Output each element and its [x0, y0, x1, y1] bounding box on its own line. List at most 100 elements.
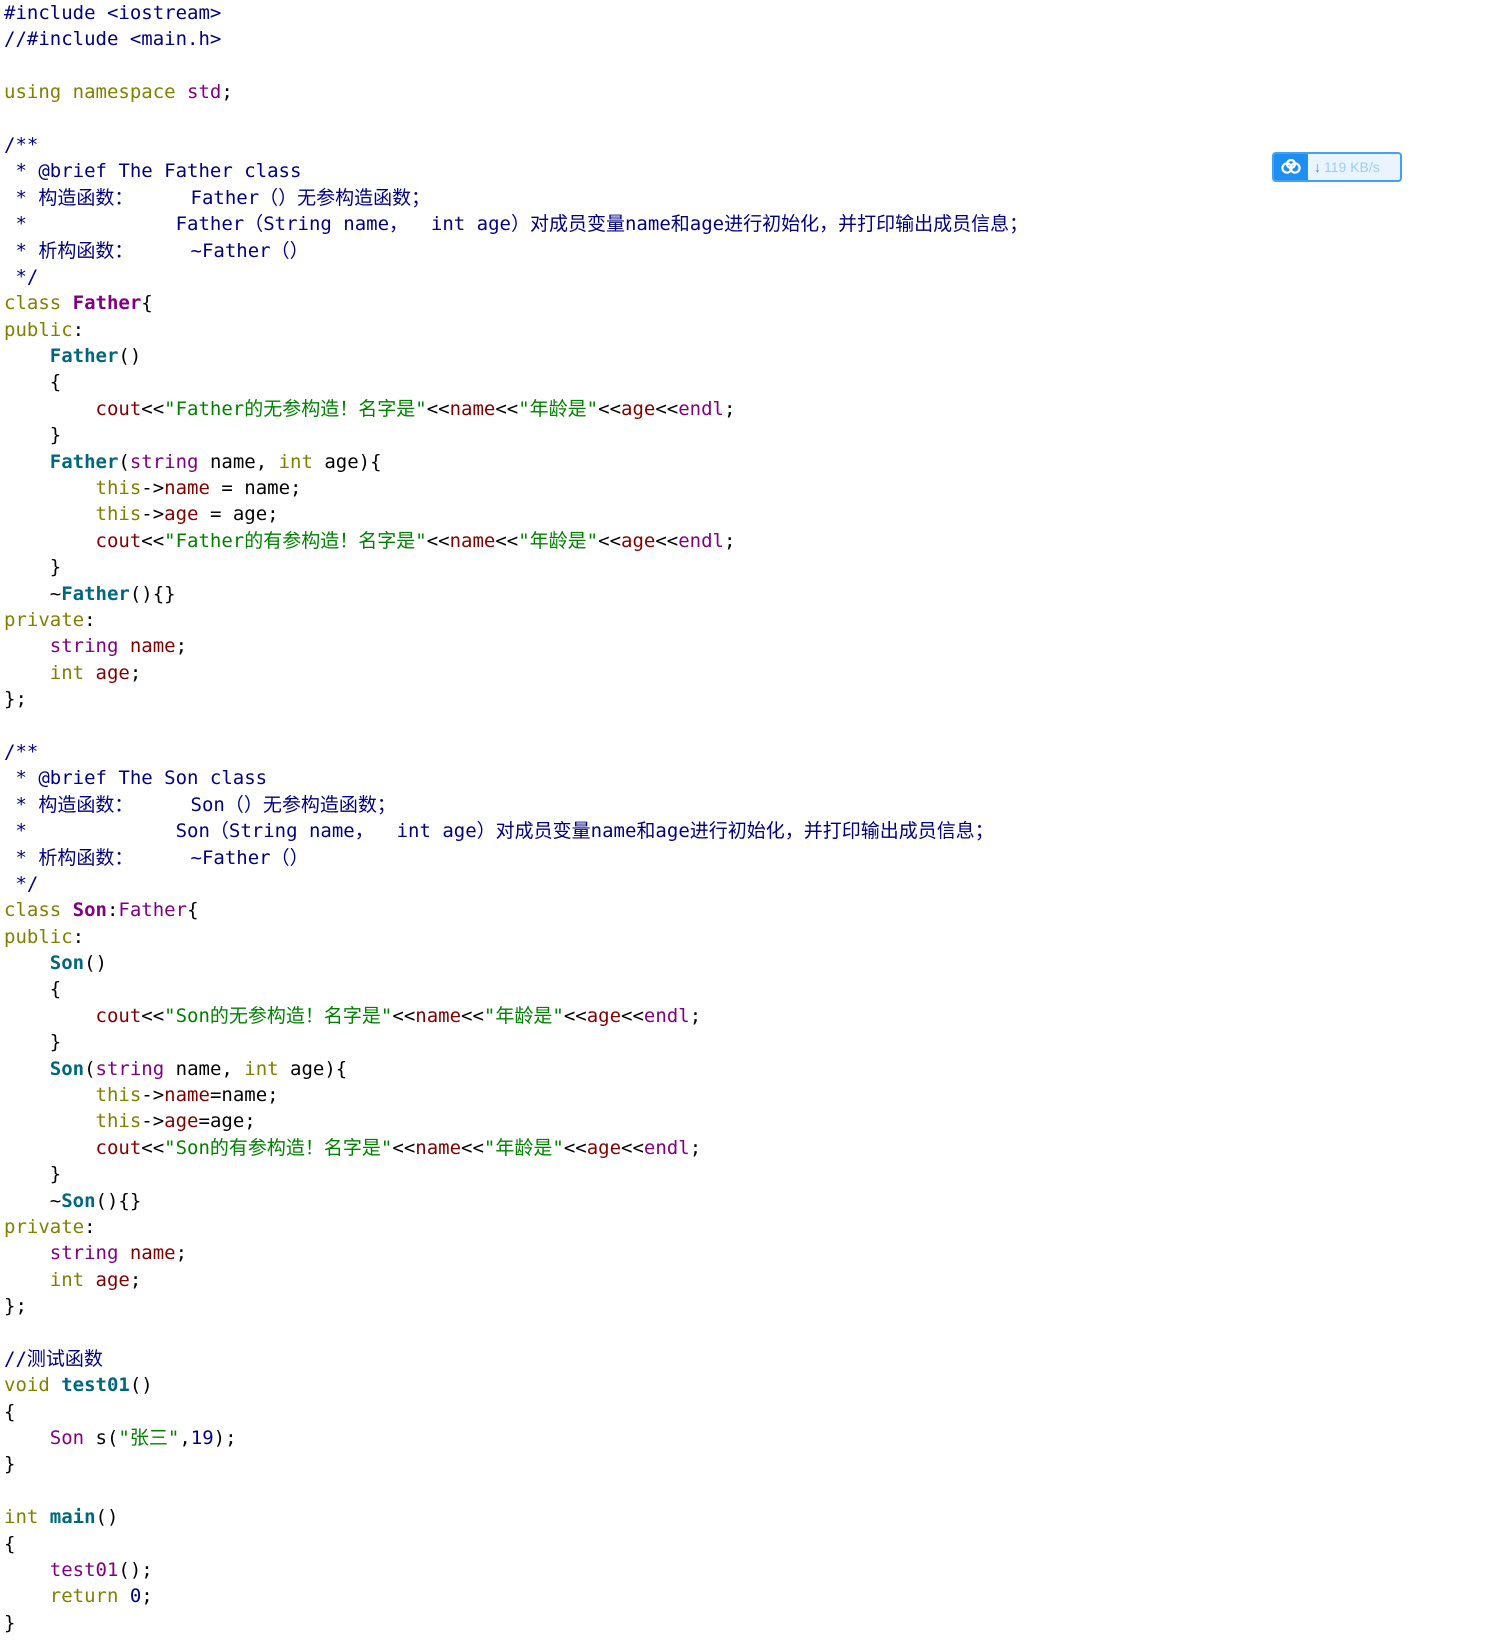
- code-line[interactable]: };: [4, 686, 1028, 712]
- code-line[interactable]: ~Son(){}: [4, 1188, 1028, 1214]
- code-token: string: [49, 635, 119, 658]
- code-line[interactable]: cout<<"Son的无参构造！名字是"<<name<<"年龄是"<<age<<…: [4, 1003, 1028, 1029]
- code-line[interactable]: Son(): [4, 950, 1028, 976]
- code-editor[interactable]: #include <iostream> //#include <main.h> us…: [4, 0, 1028, 1636]
- code-line[interactable]: */: [4, 871, 1028, 897]
- code-token: (): [95, 1506, 119, 1529]
- code-token: class: [4, 899, 73, 922]
- code-line[interactable]: }: [4, 1029, 1028, 1055]
- code-line[interactable]: int main(): [4, 1504, 1028, 1530]
- code-line[interactable]: [4, 713, 1028, 739]
- code-token: * 构造函数： Father（）无参构造函数；: [4, 186, 431, 209]
- code-token: void: [4, 1374, 62, 1397]
- code-line[interactable]: void test01(): [4, 1372, 1028, 1398]
- code-token: string: [129, 450, 199, 473]
- code-token: class: [4, 292, 73, 315]
- code-token: (): [129, 1374, 153, 1397]
- code-line[interactable]: cout<<"Son的有参构造！名字是"<<name<<"年龄是"<<age<<…: [4, 1135, 1028, 1161]
- code-line[interactable]: * Father（String name， int age）对成员变量name和…: [4, 211, 1028, 237]
- code-token: this: [95, 1084, 142, 1107]
- code-line[interactable]: * @brief The Father class: [4, 158, 1028, 184]
- code-line[interactable]: public:: [4, 924, 1028, 950]
- code-line[interactable]: {: [4, 1531, 1028, 1557]
- code-line[interactable]: this->age=age;: [4, 1108, 1028, 1134]
- code-line[interactable]: class Father{: [4, 290, 1028, 316]
- code-token: age){: [312, 450, 382, 473]
- code-line[interactable]: this->age = age;: [4, 501, 1028, 527]
- code-line[interactable]: string name;: [4, 1240, 1028, 1266]
- code-token: * Father（String name， int age）对成员变量name和…: [4, 213, 1029, 236]
- code-token: Father: [61, 582, 130, 605]
- code-line[interactable]: Son s("张三",19);: [4, 1425, 1028, 1451]
- code-token: age: [164, 503, 199, 526]
- code-token: ;: [724, 529, 736, 552]
- code-token: <<: [495, 397, 519, 420]
- code-token: {: [4, 1400, 16, 1423]
- code-line[interactable]: return 0;: [4, 1583, 1028, 1609]
- code-line[interactable]: #include <iostream>: [4, 0, 1028, 26]
- code-token: name: [164, 477, 210, 500]
- code-line[interactable]: this->name = name;: [4, 475, 1028, 501]
- code-token: ->: [141, 503, 165, 526]
- code-line[interactable]: }: [4, 1161, 1028, 1187]
- code-line[interactable]: private:: [4, 607, 1028, 633]
- code-line[interactable]: [4, 1320, 1028, 1346]
- code-line[interactable]: ~Father(){}: [4, 581, 1028, 607]
- code-token: /**: [4, 133, 39, 156]
- code-token: private: [4, 1215, 85, 1238]
- code-line[interactable]: /**: [4, 132, 1028, 158]
- code-line[interactable]: /**: [4, 739, 1028, 765]
- code-line[interactable]: test01();: [4, 1557, 1028, 1583]
- code-line[interactable]: }: [4, 1610, 1028, 1636]
- code-line[interactable]: * 构造函数： Father（）无参构造函数；: [4, 185, 1028, 211]
- code-line[interactable]: int age;: [4, 660, 1028, 686]
- code-line[interactable]: Father(): [4, 343, 1028, 369]
- code-line[interactable]: string name;: [4, 633, 1028, 659]
- download-speed-badge[interactable]: ↓ 119 KB/s: [1272, 152, 1402, 182]
- code-line[interactable]: Father(string name, int age){: [4, 449, 1028, 475]
- code-line[interactable]: private:: [4, 1214, 1028, 1240]
- code-line[interactable]: [4, 106, 1028, 132]
- code-line[interactable]: int age;: [4, 1267, 1028, 1293]
- code-line[interactable]: using namespace std;: [4, 79, 1028, 105]
- code-token: public: [4, 925, 73, 948]
- code-token: name: [415, 1004, 462, 1027]
- code-token: ;: [689, 1136, 702, 1159]
- code-token: Son: [72, 899, 107, 922]
- code-line[interactable]: public:: [4, 317, 1028, 343]
- code-line[interactable]: class Son:Father{: [4, 897, 1028, 923]
- code-token: <<: [598, 529, 622, 552]
- code-line[interactable]: * 构造函数： Son（）无参构造函数；: [4, 792, 1028, 818]
- code-line[interactable]: Son(string name, int age){: [4, 1056, 1028, 1082]
- code-line[interactable]: */: [4, 264, 1028, 290]
- code-token: 0: [129, 1585, 142, 1608]
- code-token: {: [4, 978, 62, 1001]
- code-line[interactable]: cout<<"Father的无参构造！名字是"<<name<<"年龄是"<<ag…: [4, 396, 1028, 422]
- code-line[interactable]: };: [4, 1293, 1028, 1319]
- code-line[interactable]: * Son（String name， int age）对成员变量name和age…: [4, 818, 1028, 844]
- code-line[interactable]: {: [4, 976, 1028, 1002]
- code-line[interactable]: [4, 53, 1028, 79]
- code-line[interactable]: }: [4, 554, 1028, 580]
- code-line[interactable]: {: [4, 1399, 1028, 1425]
- code-line[interactable]: //测试函数: [4, 1346, 1028, 1372]
- code-line[interactable]: * 析构函数： ~Father（）: [4, 845, 1028, 871]
- code-line[interactable]: //#include <main.h>: [4, 26, 1028, 52]
- code-token: age: [621, 397, 656, 420]
- code-line[interactable]: [4, 1478, 1028, 1504]
- code-line[interactable]: {: [4, 369, 1028, 395]
- code-line[interactable]: this->name=name;: [4, 1082, 1028, 1108]
- code-line[interactable]: * @brief The Son class: [4, 765, 1028, 791]
- code-line[interactable]: * 析构函数： ~Father（）: [4, 238, 1028, 264]
- code-token: }: [4, 1453, 16, 1476]
- code-line[interactable]: }: [4, 422, 1028, 448]
- code-token: "Son的有参构造！名字是": [164, 1136, 393, 1159]
- code-line[interactable]: cout<<"Father的有参构造！名字是"<<name<<"年龄是"<<ag…: [4, 528, 1028, 554]
- code-token: (: [118, 450, 130, 473]
- code-line[interactable]: }: [4, 1451, 1028, 1477]
